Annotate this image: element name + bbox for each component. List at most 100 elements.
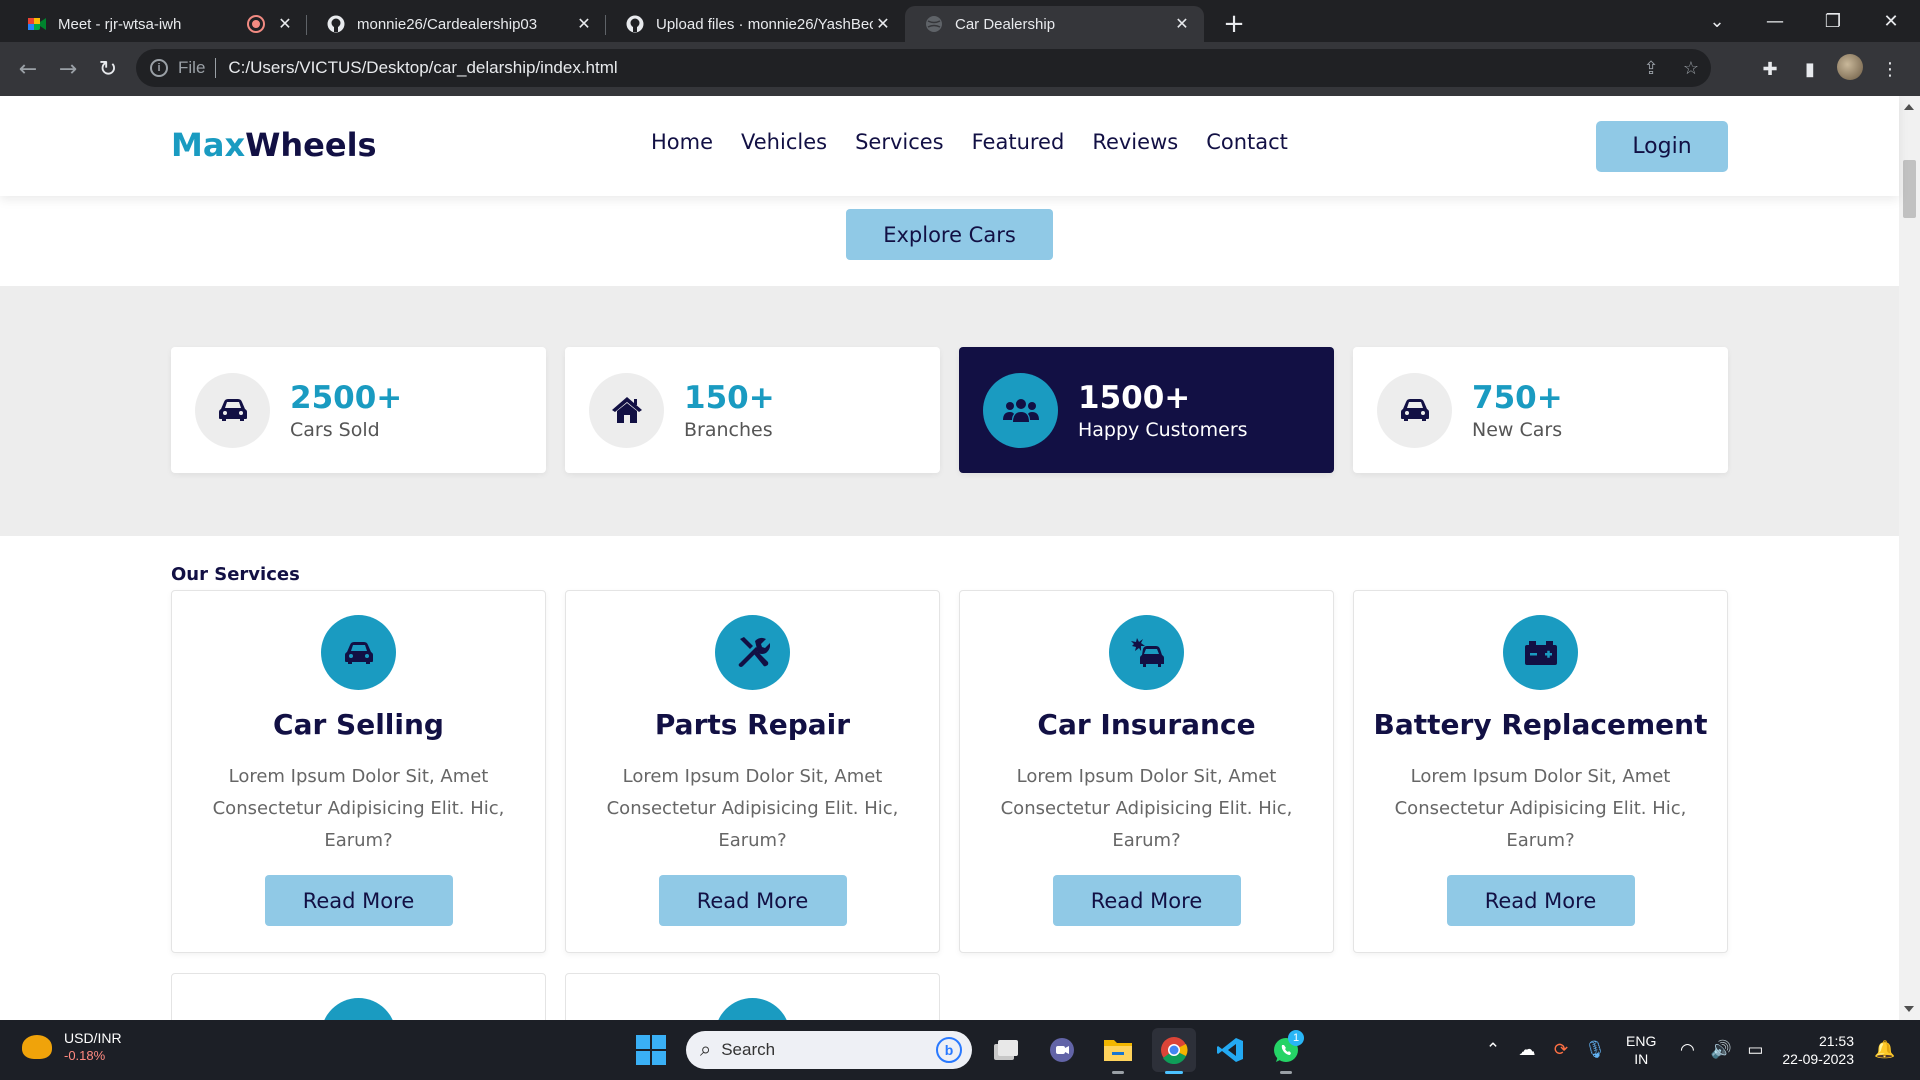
vscode-icon[interactable] — [1208, 1028, 1252, 1072]
reload-icon[interactable]: ↻ — [88, 49, 128, 89]
close-tab-icon[interactable]: ✕ — [1172, 14, 1192, 34]
tools-icon — [715, 615, 790, 690]
nav-home[interactable]: Home — [651, 130, 713, 154]
windows-start-icon[interactable] — [636, 1035, 666, 1065]
ticker-symbol: USD/INR — [64, 1030, 122, 1046]
url-text[interactable]: C:/Users/VICTUS/Desktop/car_delarship/in… — [228, 58, 617, 78]
car-icon — [1377, 372, 1452, 448]
nav-reviews[interactable]: Reviews — [1092, 130, 1178, 154]
battery-status-icon[interactable]: ▭ — [1738, 1040, 1772, 1060]
language-code: ENG — [1626, 1033, 1657, 1049]
stat-label: Cars Sold — [290, 419, 380, 441]
tab-car-dealership[interactable]: Car Dealership ✕ — [905, 6, 1204, 42]
login-button[interactable]: Login — [1596, 121, 1728, 172]
share-icon[interactable]: ⇪ — [1631, 58, 1671, 79]
ticker-change: -0.18% — [64, 1048, 106, 1063]
car-icon — [195, 372, 270, 448]
side-panel-icon[interactable]: ▮ — [1790, 59, 1830, 80]
avatar — [1837, 53, 1863, 80]
close-tab-icon[interactable]: ✕ — [275, 14, 295, 34]
notification-badge: 1 — [1288, 1030, 1304, 1046]
menu-kebab-icon[interactable]: ⋮ — [1870, 59, 1910, 80]
read-more-button[interactable]: Read More — [1446, 875, 1635, 926]
tab-meet[interactable]: Meet - rjr-wtsa-iwh ✕ — [8, 6, 307, 42]
read-more-button[interactable]: Read More — [658, 875, 847, 926]
extensions-puzzle-icon[interactable]: ✚ — [1750, 59, 1790, 80]
url-scheme: File — [178, 58, 206, 77]
services-heading: Our Services — [171, 564, 300, 585]
region-code: IN — [1634, 1051, 1649, 1067]
service-card-partial — [565, 973, 940, 1020]
nav-featured[interactable]: Featured — [972, 130, 1065, 154]
scroll-up-arrow-icon[interactable] — [1904, 104, 1914, 110]
file-explorer-icon[interactable] — [1096, 1028, 1140, 1074]
car-crash-icon — [1109, 615, 1184, 690]
nav-vehicles[interactable]: Vehicles — [741, 130, 827, 154]
service-title: Car Insurance — [1037, 708, 1256, 741]
github-icon — [327, 15, 345, 33]
google-meet-icon — [28, 15, 46, 33]
stat-number: 750+ — [1472, 380, 1563, 416]
tab-search-chevron-icon[interactable]: ⌄ — [1688, 0, 1746, 42]
site-logo[interactable]: MaxWheels — [171, 126, 377, 164]
teams-chat-icon[interactable] — [1040, 1028, 1084, 1072]
wifi-icon[interactable]: ◠ — [1670, 1040, 1704, 1060]
restore-button[interactable]: ❐ — [1804, 0, 1862, 42]
logo-max: Max — [171, 126, 246, 164]
service-icon — [715, 998, 790, 1020]
tab-github-upload[interactable]: Upload files · monnie26/YashBec ✕ — [606, 6, 905, 42]
back-arrow-icon[interactable]: ← — [8, 49, 48, 89]
widgets-ticker[interactable]: USD/INR -0.18% — [22, 1030, 122, 1063]
whatsapp-icon[interactable]: 1 — [1264, 1028, 1308, 1074]
tab-title: Meet - rjr-wtsa-iwh — [58, 15, 182, 33]
service-icon — [321, 998, 396, 1020]
service-description: Lorem Ipsum Dolor Sit, Amet Consectetur … — [212, 766, 505, 851]
scrollbar-thumb[interactable] — [1903, 160, 1916, 218]
stat-label: Branches — [684, 419, 773, 441]
bing-icon[interactable]: b — [936, 1037, 962, 1063]
service-card-partial — [171, 973, 546, 1020]
close-tab-icon[interactable]: ✕ — [574, 14, 594, 34]
stat-card-new-cars: 750+ New Cars — [1353, 347, 1728, 473]
notifications-bell-icon[interactable]: 🔔 — [1868, 1040, 1902, 1060]
sync-icon[interactable]: ⟳ — [1544, 1040, 1578, 1060]
address-bar[interactable]: i File C:/Users/VICTUS/Desktop/car_delar… — [136, 49, 1711, 87]
chrome-icon[interactable] — [1152, 1028, 1196, 1074]
taskbar-clock[interactable]: 21:53 22-09-2023 — [1782, 1032, 1854, 1068]
close-window-button[interactable]: ✕ — [1862, 0, 1920, 42]
explore-cars-button[interactable]: Explore Cars — [846, 209, 1053, 260]
service-card-battery-replacement: Battery Replacement Lorem Ipsum Dolor Si… — [1353, 590, 1728, 953]
page-scrollbar[interactable] — [1899, 96, 1920, 1020]
main-nav: Home Vehicles Services Featured Reviews … — [651, 130, 1316, 154]
tab-github-cardealership[interactable]: monnie26/Cardealership03 ✕ — [307, 6, 606, 42]
site-header: MaxWheels Home Vehicles Services Feature… — [0, 96, 1899, 196]
language-indicator[interactable]: ENG IN — [1626, 1032, 1656, 1068]
show-hidden-icons-chevron-icon[interactable]: ⌃ — [1476, 1040, 1510, 1060]
nav-contact[interactable]: Contact — [1206, 130, 1288, 154]
browser-toolbar: ← → ↻ i File C:/Users/VICTUS/Desktop/car… — [0, 42, 1920, 96]
scroll-down-arrow-icon[interactable] — [1904, 1006, 1914, 1012]
service-card-car-insurance: Car Insurance Lorem Ipsum Dolor Sit, Ame… — [959, 590, 1334, 953]
bookmark-star-icon[interactable]: ☆ — [1671, 58, 1711, 79]
microphone-icon[interactable]: 🎙 — [1578, 1040, 1612, 1060]
service-description: Lorem Ipsum Dolor Sit, Amet Consectetur … — [1000, 766, 1293, 851]
profile-avatar[interactable] — [1830, 53, 1870, 85]
clock-date: 22-09-2023 — [1782, 1051, 1854, 1067]
read-more-button[interactable]: Read More — [1052, 875, 1241, 926]
stat-number: 1500+ — [1078, 380, 1191, 416]
read-more-button[interactable]: Read More — [264, 875, 453, 926]
stat-number: 150+ — [684, 380, 775, 416]
onedrive-cloud-icon[interactable]: ☁ — [1510, 1040, 1544, 1060]
minimize-button[interactable]: — — [1746, 0, 1804, 42]
nav-services[interactable]: Services — [855, 130, 944, 154]
users-icon — [983, 372, 1058, 448]
service-card-parts-repair: Parts Repair Lorem Ipsum Dolor Sit, Amet… — [565, 590, 940, 953]
volume-icon[interactable]: 🔊 — [1704, 1040, 1738, 1060]
car-icon — [321, 615, 396, 690]
new-tab-button[interactable]: + — [1214, 6, 1254, 42]
info-icon[interactable]: i — [150, 59, 168, 77]
forward-arrow-icon[interactable]: → — [48, 49, 88, 89]
taskbar-search-box[interactable]: ⌕ Search b — [686, 1031, 972, 1069]
close-tab-icon[interactable]: ✕ — [873, 14, 893, 34]
task-view-icon[interactable] — [984, 1028, 1028, 1072]
